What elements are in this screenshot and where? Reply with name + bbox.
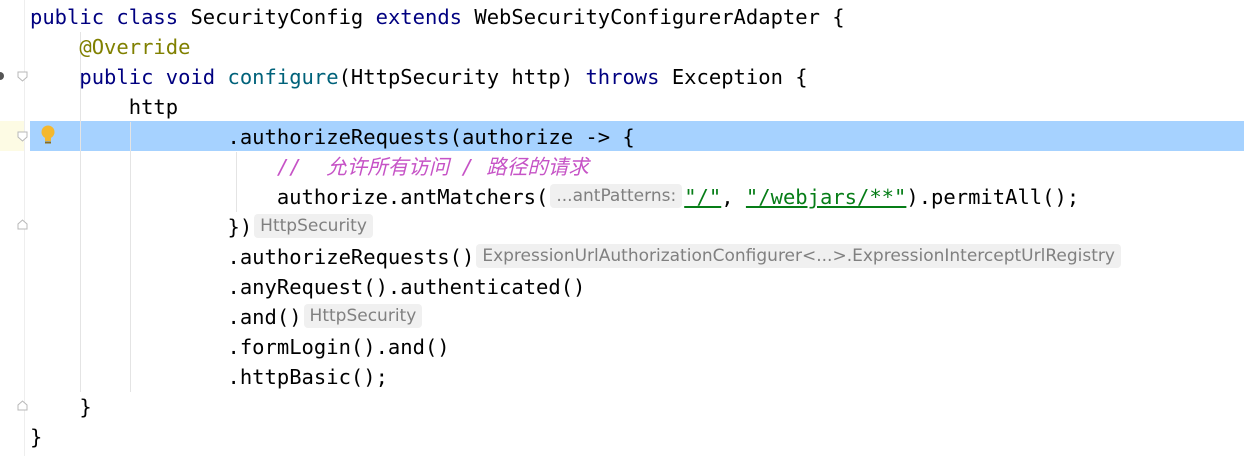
code-token: .authorizeRequests() xyxy=(227,245,475,269)
code-token: .formLogin().and() xyxy=(227,335,450,359)
code-line[interactable]: .httpBasic(); xyxy=(30,362,388,392)
code-token: , xyxy=(721,185,746,209)
code-token: class xyxy=(116,5,179,29)
fold-marker-icon[interactable] xyxy=(17,131,28,142)
code-token: Exception { xyxy=(671,65,808,89)
code-token: extends xyxy=(375,5,463,29)
code-line[interactable]: } xyxy=(30,422,42,452)
code-line[interactable]: public void configure(HttpSecurity http)… xyxy=(30,62,808,92)
code-token: public xyxy=(79,65,154,89)
code-token: } xyxy=(79,395,92,419)
parameter-hint: ...antPatterns: xyxy=(550,184,683,208)
fold-marker-icon[interactable] xyxy=(17,400,28,411)
code-token: SecurityConfig xyxy=(190,5,364,29)
code-token: ).permitAll(); xyxy=(906,185,1080,209)
code-line[interactable]: // 允许所有访问 / 路径的请求 xyxy=(30,152,589,182)
code-token: (HttpSecurity http) xyxy=(338,65,574,89)
code-token: authorize.antMatchers( xyxy=(276,185,549,209)
code-line[interactable]: .anyRequest().authenticated() xyxy=(30,272,585,302)
code-token: http xyxy=(128,95,179,119)
code-token: .authorizeRequests(authorize -> { xyxy=(227,125,635,149)
code-token: WebSecurityConfigurerAdapter xyxy=(474,5,820,29)
code-line[interactable]: }) HttpSecurity xyxy=(30,212,375,242)
code-line[interactable]: } xyxy=(30,392,92,422)
code-token: .httpBasic(); xyxy=(227,365,388,389)
fold-marker-icon[interactable] xyxy=(17,219,28,230)
code-line-current[interactable]: .authorizeRequests(authorize -> { xyxy=(30,122,635,152)
code-line[interactable]: .formLogin().and() xyxy=(30,332,450,362)
type-hint: HttpSecurity xyxy=(254,214,373,238)
code-line[interactable]: .and() HttpSecurity xyxy=(30,302,424,332)
code-comment: // 允许所有访问 / 路径的请求 xyxy=(276,155,589,179)
code-token: { xyxy=(832,5,845,29)
code-line[interactable]: http xyxy=(30,92,178,122)
code-token: public xyxy=(30,5,105,29)
code-token: void xyxy=(165,65,216,89)
code-line[interactable]: authorize.antMatchers(...antPatterns: "/"… xyxy=(30,182,1079,212)
code-token: }) xyxy=(227,215,253,239)
fold-marker-icon[interactable] xyxy=(17,71,28,82)
type-hint: ExpressionUrlAuthorizationConfigurer<...… xyxy=(476,244,1121,268)
code-token: configure xyxy=(227,65,339,89)
string-literal: "/" xyxy=(684,185,722,209)
code-line[interactable]: .authorizeRequests() ExpressionUrlAuthori… xyxy=(30,242,1123,272)
code-token: .anyRequest().authenticated() xyxy=(227,275,586,299)
string-literal: "/webjars/**" xyxy=(745,185,907,209)
code-token: @Override xyxy=(79,35,191,59)
type-hint: HttpSecurity xyxy=(303,304,423,328)
code-token: } xyxy=(30,425,43,449)
code-token: .and() xyxy=(227,305,302,329)
code-line[interactable]: @Override xyxy=(30,32,190,62)
code-token: throws xyxy=(585,65,660,89)
code-line[interactable]: public class SecurityConfig extends WebS… xyxy=(30,2,845,32)
